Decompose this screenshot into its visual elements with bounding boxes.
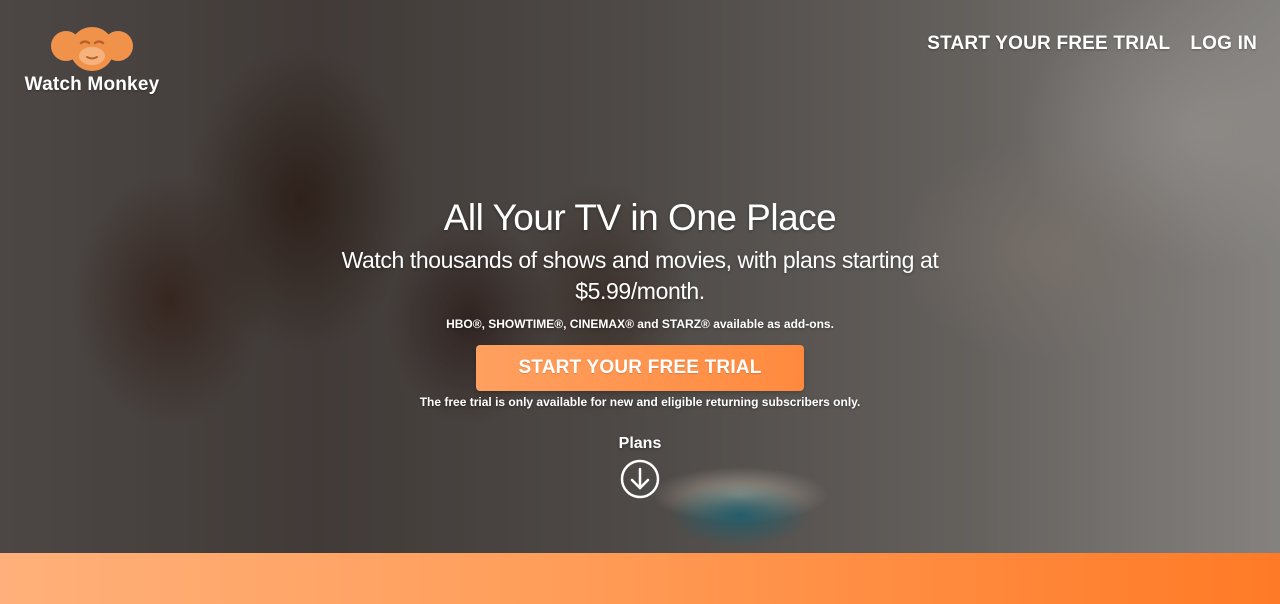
top-nav: START YOUR FREE TRIAL LOG IN: [927, 33, 1257, 55]
nav-start-trial-link[interactable]: START YOUR FREE TRIAL: [927, 33, 1170, 55]
brand-name: Watch Monkey: [24, 74, 160, 95]
hero-content: All Your TV in One Place Watch thousands…: [0, 197, 1280, 499]
trial-disclaimer: The free trial is only available for new…: [419, 395, 861, 409]
orange-footer-band: [0, 553, 1280, 604]
nav-login-link[interactable]: LOG IN: [1190, 33, 1257, 55]
monkey-head-icon: [51, 27, 133, 71]
start-free-trial-button[interactable]: START YOUR FREE TRIAL: [476, 345, 804, 391]
arrow-down-circle-icon[interactable]: [620, 459, 660, 499]
brand-logo[interactable]: Watch Monkey: [22, 24, 162, 96]
hero-section: Watch Monkey START YOUR FREE TRIAL LOG I…: [0, 0, 1280, 553]
addons-note: HBO®, SHOWTIME®, CINEMAX® and STARZ® ava…: [446, 317, 834, 331]
plans-label[interactable]: Plans: [0, 435, 1280, 453]
hero-subhead: Watch thousands of shows and movies, wit…: [341, 247, 939, 304]
hero-headline: All Your TV in One Place: [443, 197, 837, 238]
